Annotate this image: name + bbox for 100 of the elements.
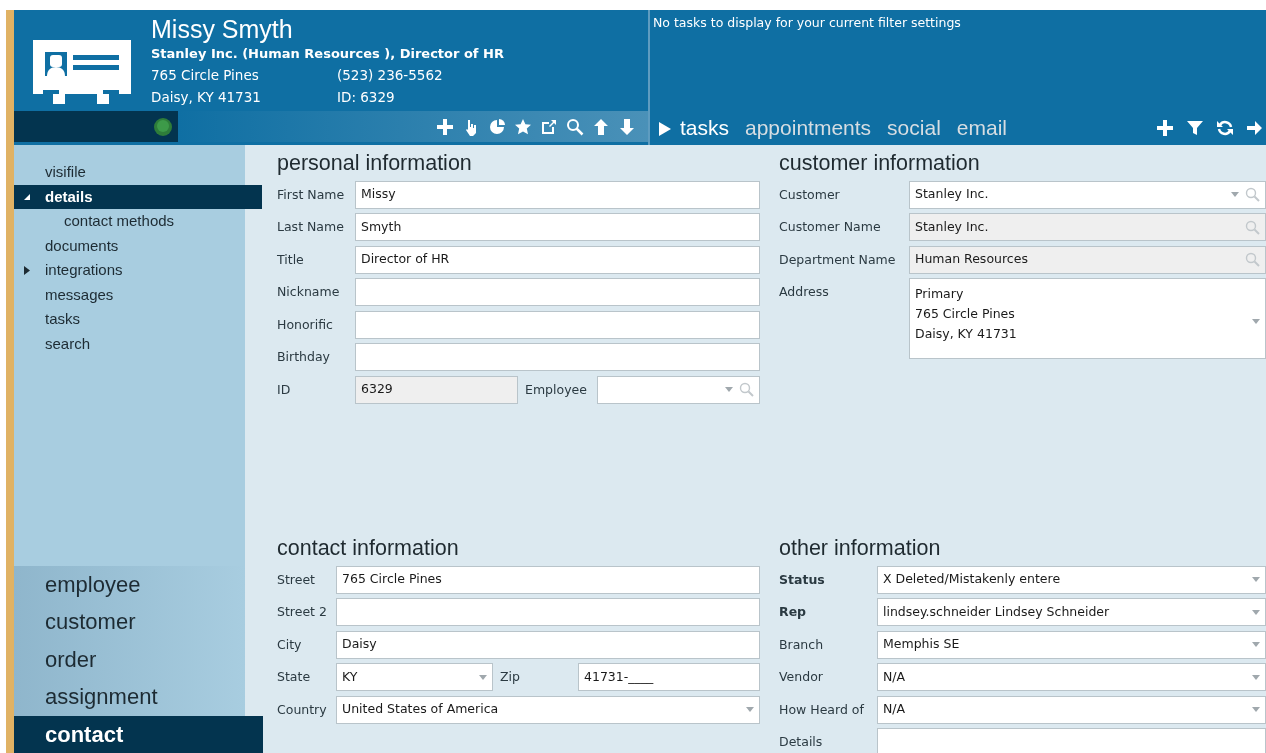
- field-label: Vendor: [779, 668, 824, 687]
- input-field[interactable]: 41731-____: [578, 663, 760, 692]
- address-field[interactable]: Primary 765 Circle Pines Daisy, KY 41731: [909, 278, 1266, 360]
- dropdown-field[interactable]: X Deleted/Mistakenly entere: [877, 565, 1266, 594]
- field-label: City: [277, 635, 303, 654]
- input-field[interactable]: Smyth: [355, 213, 760, 242]
- dropdown-arrow-icon[interactable]: [1231, 192, 1239, 198]
- lookup-field[interactable]: [597, 375, 760, 404]
- sidebar-item[interactable]: visifile: [14, 160, 245, 185]
- field-label: Last Name: [277, 218, 345, 237]
- contact-detail: (523) 236-5562: [337, 66, 444, 85]
- status-dot-icon: [153, 116, 173, 137]
- contact-card-icon: [33, 40, 131, 104]
- field-label: Status: [779, 570, 826, 589]
- dropdown-field[interactable]: lindsey.schneider Lindsey Schneider: [877, 598, 1266, 627]
- play-icon[interactable]: [658, 120, 672, 137]
- dropdown-arrow-icon[interactable]: [1252, 577, 1260, 583]
- field-label: Customer: [779, 185, 841, 204]
- search-icon[interactable]: [1245, 187, 1260, 203]
- dropdown-arrow-icon[interactable]: [1252, 642, 1260, 648]
- sidebar-item[interactable]: messages: [14, 282, 245, 307]
- section-heading: contact information: [277, 536, 460, 562]
- input-field[interactable]: [355, 278, 760, 307]
- dropdown-arrow-icon[interactable]: [725, 387, 733, 393]
- dropdown-field[interactable]: United States of America: [336, 695, 760, 724]
- search-icon[interactable]: [739, 382, 754, 398]
- field-value: Memphis SE: [883, 636, 960, 652]
- lookup-field[interactable]: Stanley Inc.: [909, 213, 1266, 242]
- module-item[interactable]: customer: [14, 603, 245, 641]
- dropdown-arrow-icon[interactable]: [1252, 609, 1260, 615]
- collapsed-caret-icon[interactable]: [23, 265, 31, 275]
- field-label: How Heard of: [779, 700, 865, 719]
- dropdown-field[interactable]: KY: [336, 663, 493, 692]
- plus-icon[interactable]: [1154, 117, 1176, 139]
- contact-subtitle: Stanley Inc. (Human Resources ), Director of HR: [151, 45, 505, 63]
- address-line: 765 Circle Pines: [915, 305, 1016, 324]
- contact-detail: Daisy, KY 41731: [151, 88, 262, 107]
- field-value: Smyth: [361, 218, 402, 234]
- sidebar-item[interactable]: documents: [14, 233, 245, 258]
- expanded-caret-icon[interactable]: [23, 192, 31, 201]
- sidebar-item[interactable]: details: [14, 184, 262, 209]
- field-value: United States of America: [342, 701, 499, 717]
- dropdown-arrow-icon[interactable]: [479, 674, 487, 680]
- input-field[interactable]: Director of HR: [355, 245, 760, 274]
- field-value: Human Resources: [915, 251, 1028, 267]
- field-value: KY: [342, 668, 358, 684]
- field-label: Rep: [779, 603, 808, 622]
- lookup-field[interactable]: Human Resources: [909, 245, 1266, 274]
- contact-name: Missy Smyth: [151, 14, 294, 44]
- dropdown-field[interactable]: N/A: [877, 663, 1266, 692]
- field-label: Title: [277, 250, 305, 269]
- input-field[interactable]: [355, 310, 760, 339]
- input-field[interactable]: Daisy: [336, 630, 760, 659]
- tab[interactable]: social: [879, 112, 949, 144]
- address-line: Primary: [915, 285, 965, 304]
- dropdown-field[interactable]: Memphis SE: [877, 630, 1266, 659]
- dropdown-arrow-icon[interactable]: [1252, 707, 1260, 713]
- input-field[interactable]: 6329: [355, 375, 518, 404]
- sidebar-item[interactable]: search: [14, 331, 245, 356]
- dropdown-field[interactable]: N/A: [877, 695, 1266, 724]
- module-item[interactable]: order: [14, 640, 245, 678]
- field-label: Department Name: [779, 250, 897, 269]
- field-label: Street 2: [277, 603, 328, 622]
- dropdown-arrow-icon[interactable]: [1252, 674, 1260, 680]
- input-field[interactable]: 765 Circle Pines: [336, 565, 760, 594]
- input-field[interactable]: Missy: [355, 180, 760, 209]
- field-value: Stanley Inc.: [915, 186, 989, 202]
- sidebar-item[interactable]: integrations: [14, 258, 245, 283]
- contact-detail: ID: 6329: [337, 88, 396, 107]
- dropdown-arrow-icon[interactable]: [1252, 319, 1260, 325]
- field-label: Branch: [779, 635, 825, 654]
- empty-message: No tasks to display for your current filter settings: [652, 14, 962, 32]
- lookup-field[interactable]: Stanley Inc.: [909, 180, 1266, 209]
- field-value: Daisy: [342, 636, 377, 652]
- module-item[interactable]: employee: [14, 565, 245, 603]
- tab[interactable]: email: [948, 112, 1015, 144]
- field-label: Country: [277, 700, 328, 719]
- input-field[interactable]: [355, 343, 760, 372]
- input-field[interactable]: [336, 598, 760, 627]
- module-item[interactable]: assignment: [14, 678, 245, 716]
- field-label: Street: [277, 570, 316, 589]
- module-item[interactable]: contact: [14, 715, 263, 753]
- field-label: Details: [779, 733, 824, 752]
- tab[interactable]: tasks: [672, 112, 737, 144]
- field-label: First Name: [277, 185, 346, 204]
- field-label: Honorific: [277, 315, 334, 334]
- field-label: Employee: [524, 380, 588, 399]
- field-label: Customer Name: [779, 218, 882, 237]
- field-label: Zip: [499, 668, 521, 687]
- sidebar-item[interactable]: tasks: [14, 307, 245, 332]
- dropdown-arrow-icon[interactable]: [746, 707, 754, 713]
- field-label: ID: [277, 380, 292, 399]
- field-value: Missy: [361, 186, 396, 202]
- field-label: Nickname: [277, 283, 341, 302]
- sidebar-item[interactable]: contact methods: [14, 209, 245, 234]
- field-value: N/A: [883, 668, 906, 684]
- field-value: N/A: [883, 701, 906, 717]
- field-value: lindsey.schneider Lindsey Schneider: [883, 603, 1110, 619]
- field-value: 765 Circle Pines: [342, 571, 442, 587]
- tab[interactable]: appointments: [737, 112, 880, 144]
